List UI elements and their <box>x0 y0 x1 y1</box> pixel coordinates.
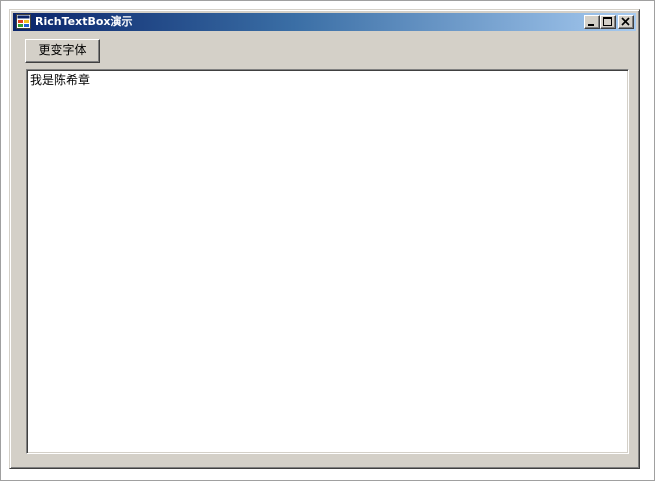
maximize-icon <box>603 17 612 26</box>
rich-text-box[interactable]: 我是陈希章 <box>26 69 629 454</box>
minimize-icon <box>588 24 594 26</box>
maximize-button[interactable] <box>600 15 616 29</box>
title-bar[interactable]: RichTextBox演示 <box>13 13 636 31</box>
rich-text-content: 我是陈希章 <box>30 73 91 87</box>
minimize-button[interactable] <box>584 15 600 29</box>
app-window: RichTextBox演示 更变字体 我是陈希章 <box>9 9 640 469</box>
windows-form-icon[interactable] <box>16 14 32 30</box>
window-title: RichTextBox演示 <box>35 15 133 28</box>
screenshot-frame: RichTextBox演示 更变字体 我是陈希章 <box>0 0 655 481</box>
close-icon <box>621 17 630 26</box>
close-button[interactable] <box>618 15 634 29</box>
change-font-button[interactable]: 更变字体 <box>25 39 100 63</box>
